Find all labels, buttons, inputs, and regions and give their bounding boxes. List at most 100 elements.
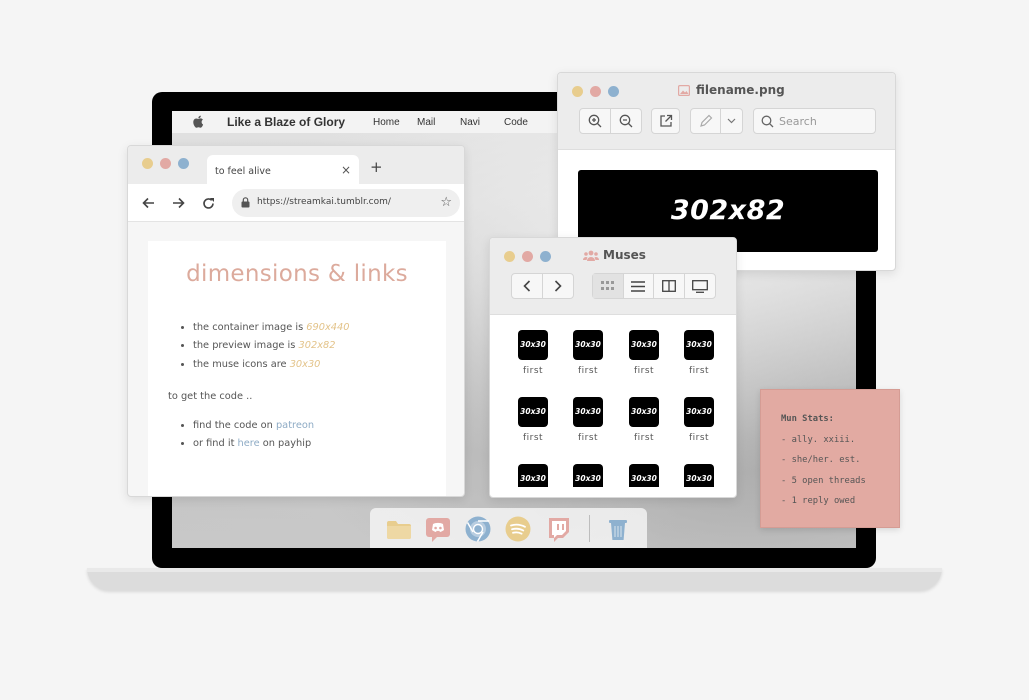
- view-switcher: [592, 273, 716, 299]
- muse-item[interactable]: 30x30first: [616, 464, 672, 487]
- browser-window: to feel alive × + https://streamkai.tumb…: [127, 145, 465, 497]
- nav-group: [511, 273, 574, 299]
- search-placeholder: Search: [779, 115, 817, 128]
- muse-item[interactable]: 30x30first: [616, 330, 672, 376]
- gallery-view-button[interactable]: [685, 274, 715, 298]
- chrome-icon[interactable]: [464, 515, 492, 543]
- columns-icon: [661, 280, 676, 292]
- list-item: the container image is 690x440: [193, 322, 350, 333]
- menu-navi[interactable]: Navi: [460, 117, 480, 128]
- menu-code[interactable]: Code: [504, 117, 528, 128]
- list-item-text: the container image is: [193, 322, 307, 333]
- note-line: - ally. xxiii.: [781, 434, 856, 445]
- column-view-button[interactable]: [654, 274, 685, 298]
- stage: Like a Blaze of Glory Home Mail Navi Cod…: [0, 0, 1029, 700]
- icon-view-button[interactable]: [593, 274, 624, 298]
- trash-icon[interactable]: [604, 515, 632, 543]
- share-button[interactable]: [651, 108, 680, 134]
- close-button[interactable]: [160, 158, 171, 169]
- markup-group: [690, 108, 743, 134]
- zoom-button[interactable]: [178, 158, 189, 169]
- muse-icon: 30x30: [684, 330, 714, 360]
- dock-separator: [589, 515, 590, 542]
- arrow-right-icon: [172, 197, 185, 209]
- window-title: Muses: [603, 248, 646, 262]
- patreon-link[interactable]: patreon: [276, 420, 314, 431]
- search-field[interactable]: Search: [753, 108, 876, 134]
- muse-name: first: [633, 433, 655, 443]
- image-file-icon: [678, 85, 690, 96]
- muse-item[interactable]: 30x30first: [505, 330, 561, 376]
- muse-item[interactable]: 30x30first: [505, 397, 561, 443]
- minimize-button[interactable]: [142, 158, 153, 169]
- dock: [370, 508, 647, 548]
- muse-item[interactable]: 30x30first: [505, 464, 561, 487]
- muse-item[interactable]: 30x30first: [560, 397, 616, 443]
- back-button[interactable]: [138, 193, 158, 213]
- laptop-base: [87, 568, 942, 590]
- note-line: - 1 reply owed: [781, 496, 856, 506]
- minimize-button[interactable]: [504, 251, 515, 262]
- muse-icon: 30x30: [629, 397, 659, 427]
- twitch-icon[interactable]: [544, 515, 572, 543]
- close-button[interactable]: [522, 251, 533, 262]
- list-view-button[interactable]: [624, 274, 654, 298]
- muse-icon: 30x30: [518, 330, 548, 360]
- forward-button[interactable]: [543, 274, 573, 298]
- muse-item[interactable]: 30x30 first: [616, 397, 672, 443]
- list-item-suffix: on payhip: [259, 438, 312, 450]
- muse-item[interactable]: 30x30first: [560, 464, 616, 487]
- muse-item[interactable]: 30x30first: [671, 464, 727, 487]
- muse-icon: 30x30: [518, 397, 548, 427]
- muse-name: first: [577, 366, 599, 376]
- folder-icon[interactable]: [385, 515, 413, 543]
- muse-name: first: [577, 433, 599, 443]
- discord-icon[interactable]: [424, 515, 452, 543]
- zoom-button[interactable]: [540, 251, 551, 262]
- zoom-button[interactable]: [608, 86, 619, 97]
- share-icon: [659, 114, 672, 127]
- tab-close-button[interactable]: ×: [341, 163, 351, 177]
- zoom-in-button[interactable]: [580, 109, 611, 133]
- muse-name: first: [688, 366, 710, 376]
- markup-dropdown-button[interactable]: [721, 109, 742, 133]
- muse-item[interactable]: 30x30first: [671, 397, 727, 443]
- close-button[interactable]: [590, 86, 601, 97]
- muse-icon: 30x30: [629, 464, 659, 487]
- tab-label: to feel alive: [215, 166, 271, 177]
- tab-strip: to feel alive × +: [128, 146, 464, 185]
- menu-mail[interactable]: Mail: [417, 117, 435, 128]
- list-item-text: the preview image is: [193, 340, 299, 352]
- back-button[interactable]: [512, 274, 543, 298]
- preview-toolbar: filename.png Search: [558, 73, 895, 150]
- menu-home[interactable]: Home: [373, 117, 400, 128]
- zoom-out-icon: [619, 114, 633, 128]
- search-icon: [761, 115, 774, 128]
- grid-icon: [600, 281, 614, 290]
- address-bar[interactable]: https://streamkai.tumblr.com/ ☆: [232, 189, 460, 217]
- monitor-icon: [691, 279, 708, 293]
- forward-button[interactable]: [168, 193, 188, 213]
- reload-icon: [202, 197, 214, 209]
- minimize-button[interactable]: [572, 86, 583, 97]
- muse-icon: 30x30: [684, 464, 714, 487]
- muse-item[interactable]: 30x30 first: [671, 330, 727, 376]
- list-item-text: the muse icons are: [193, 358, 290, 370]
- payhip-link[interactable]: here: [238, 438, 260, 449]
- bookmark-star-icon[interactable]: ☆: [440, 195, 452, 210]
- site-title: Like a Blaze of Glory: [227, 115, 346, 129]
- zoom-out-button[interactable]: [611, 109, 641, 133]
- new-tab-button[interactable]: +: [370, 158, 383, 176]
- intro-text: to get the code ..: [168, 391, 253, 402]
- apple-icon[interactable]: [193, 115, 204, 128]
- dimension-value: 690x440: [306, 322, 350, 333]
- muse-item[interactable]: 30x30first: [560, 330, 616, 376]
- reload-button[interactable]: [198, 193, 218, 213]
- spotify-icon[interactable]: [504, 515, 532, 543]
- pencil-icon: [699, 114, 712, 127]
- page-heading: dimensions & links: [186, 261, 408, 287]
- tab-active[interactable]: to feel alive ×: [207, 155, 359, 185]
- markup-button[interactable]: [691, 109, 721, 133]
- zoom-group: [579, 108, 642, 134]
- list-item-text: or find it: [193, 438, 238, 450]
